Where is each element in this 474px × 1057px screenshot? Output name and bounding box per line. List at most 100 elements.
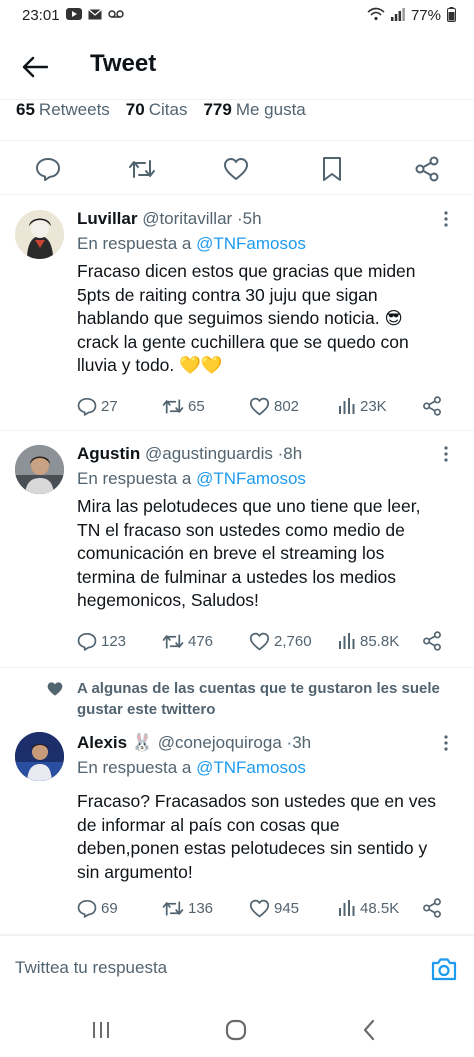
like-count: 802 <box>274 397 300 415</box>
back-button[interactable] <box>20 52 50 82</box>
email-notification-icon <box>87 8 102 22</box>
battery-icon <box>447 6 456 24</box>
comment-icon <box>77 397 97 416</box>
retweet-button[interactable] <box>128 155 156 183</box>
system-navigation-bar <box>0 1003 474 1057</box>
heart-icon <box>249 397 270 415</box>
retweets-count: 65 <box>16 100 35 119</box>
author-name[interactable]: Agustin <box>77 444 140 463</box>
reply-button[interactable] <box>34 155 62 183</box>
like-count: 945 <box>274 899 300 917</box>
retweets-label: Retweets <box>38 100 110 119</box>
avatar[interactable] <box>15 445 64 494</box>
status-time: 23:01 <box>22 6 60 24</box>
reply-count: 123 <box>101 632 127 650</box>
reply-action-bar: 27 65 802 23K <box>77 394 457 418</box>
status-bar-right: 77% <box>367 6 456 24</box>
quotes-label: Citas <box>148 100 188 119</box>
share-button[interactable] <box>422 394 442 418</box>
retweet-button[interactable]: 65 <box>162 394 205 418</box>
tweet-action-bar <box>0 140 474 195</box>
back-arrow-icon <box>22 56 48 78</box>
retweet-button[interactable]: 136 <box>162 896 213 920</box>
bookmark-button[interactable] <box>318 155 346 183</box>
camera-button[interactable] <box>430 956 458 984</box>
views-button[interactable]: 23K <box>338 394 387 418</box>
share-button[interactable] <box>413 155 441 183</box>
youtube-notification-icon <box>65 8 82 22</box>
analytics-icon <box>339 398 355 414</box>
share-icon <box>415 156 439 182</box>
retweet-count: 136 <box>188 899 214 917</box>
author-handle[interactable]: @agustinguardis <box>145 444 273 463</box>
share-icon <box>423 898 441 918</box>
retweet-count: 65 <box>188 397 205 415</box>
recent-apps-icon <box>93 1022 109 1038</box>
views-button[interactable]: 48.5K <box>338 896 399 920</box>
reply-to-mention[interactable]: @TNFamosos <box>196 469 306 488</box>
reply-input[interactable] <box>15 958 395 978</box>
like-button[interactable] <box>222 155 250 183</box>
top-bar: Tweet <box>0 30 474 100</box>
reply-to-label: En respuesta a <box>77 758 192 777</box>
avatar[interactable] <box>15 210 64 259</box>
author-name[interactable]: Alexis 🐰 <box>77 733 153 752</box>
like-button[interactable]: 2,760 <box>249 629 312 653</box>
camera-icon <box>431 958 457 981</box>
tweet-stats: 65 Retweets 70 Citas 779 Me gusta <box>16 100 306 120</box>
reply-tweet[interactable]: Alexis 🐰 @conejoquiroga ·3h En respuesta… <box>0 720 474 935</box>
reply-context: En respuesta a @TNFamosos <box>77 234 306 254</box>
view-count: 48.5K <box>360 899 400 917</box>
recent-apps-button[interactable] <box>88 1017 114 1043</box>
reply-button[interactable]: 123 <box>77 629 126 653</box>
share-button[interactable] <box>422 896 442 920</box>
social-context-text: A algunas de las cuentas que te gustaron… <box>77 680 440 718</box>
comment-icon <box>77 899 97 918</box>
reply-header: Agustin @agustinguardis ·8h <box>77 444 302 464</box>
retweet-count: 476 <box>188 632 214 650</box>
like-button[interactable]: 802 <box>249 394 299 418</box>
reply-tweet[interactable]: Agustin @agustinguardis ·8h En respuesta… <box>0 431 474 668</box>
likes-stat[interactable]: 779 Me gusta <box>203 100 305 120</box>
share-icon <box>423 631 441 651</box>
author-handle[interactable]: @conejoquiroga <box>158 733 282 752</box>
more-options-button[interactable] <box>436 210 456 230</box>
heart-icon <box>249 632 270 650</box>
home-button[interactable] <box>223 1017 249 1043</box>
reply-to-mention[interactable]: @TNFamosos <box>196 758 306 777</box>
tweet-time: 8h <box>283 444 303 463</box>
author-name[interactable]: Luvillar <box>77 209 137 228</box>
like-button[interactable]: 945 <box>249 896 299 920</box>
reply-button[interactable]: 69 <box>77 896 118 920</box>
avatar[interactable] <box>15 732 64 781</box>
reply-to-mention[interactable]: @TNFamosos <box>196 234 306 253</box>
reply-action-bar: 69 136 945 48.5K <box>77 896 457 920</box>
tweet-text: Mira las pelotudeces que uno tiene que l… <box>77 496 421 610</box>
analytics-icon <box>339 900 355 916</box>
avatar-image <box>15 210 64 259</box>
reply-to-label: En respuesta a <box>77 234 192 253</box>
home-icon <box>225 1019 247 1041</box>
system-back-button[interactable] <box>356 1017 382 1043</box>
signal-icon <box>390 7 405 23</box>
share-icon <box>423 396 441 416</box>
views-button[interactable]: 85.8K <box>338 629 399 653</box>
author-handle[interactable]: @toritavillar <box>142 209 232 228</box>
share-button[interactable] <box>422 629 442 653</box>
heart-filled-icon <box>47 682 63 696</box>
tweet-text: Fracaso dicen estos que gracias que mide… <box>77 261 416 375</box>
retweet-button[interactable]: 476 <box>162 629 213 653</box>
like-count: 2,760 <box>274 632 312 650</box>
bookmark-icon <box>323 157 341 181</box>
reply-tweet[interactable]: Luvillar @toritavillar ·5h En respuesta … <box>0 196 474 431</box>
chevron-left-icon <box>363 1019 375 1041</box>
tweet-text: Fracaso? Fracasados son ustedes que en v… <box>77 791 436 882</box>
reply-button[interactable]: 27 <box>77 394 118 418</box>
reply-to-label: En respuesta a <box>77 469 192 488</box>
quotes-stat[interactable]: 70 Citas <box>126 100 188 120</box>
retweets-stat[interactable]: 65 Retweets <box>16 100 110 120</box>
page-title: Tweet <box>90 50 157 77</box>
compose-reply-bar <box>0 935 474 1003</box>
more-options-button[interactable] <box>436 445 456 465</box>
more-options-button[interactable] <box>436 734 456 754</box>
